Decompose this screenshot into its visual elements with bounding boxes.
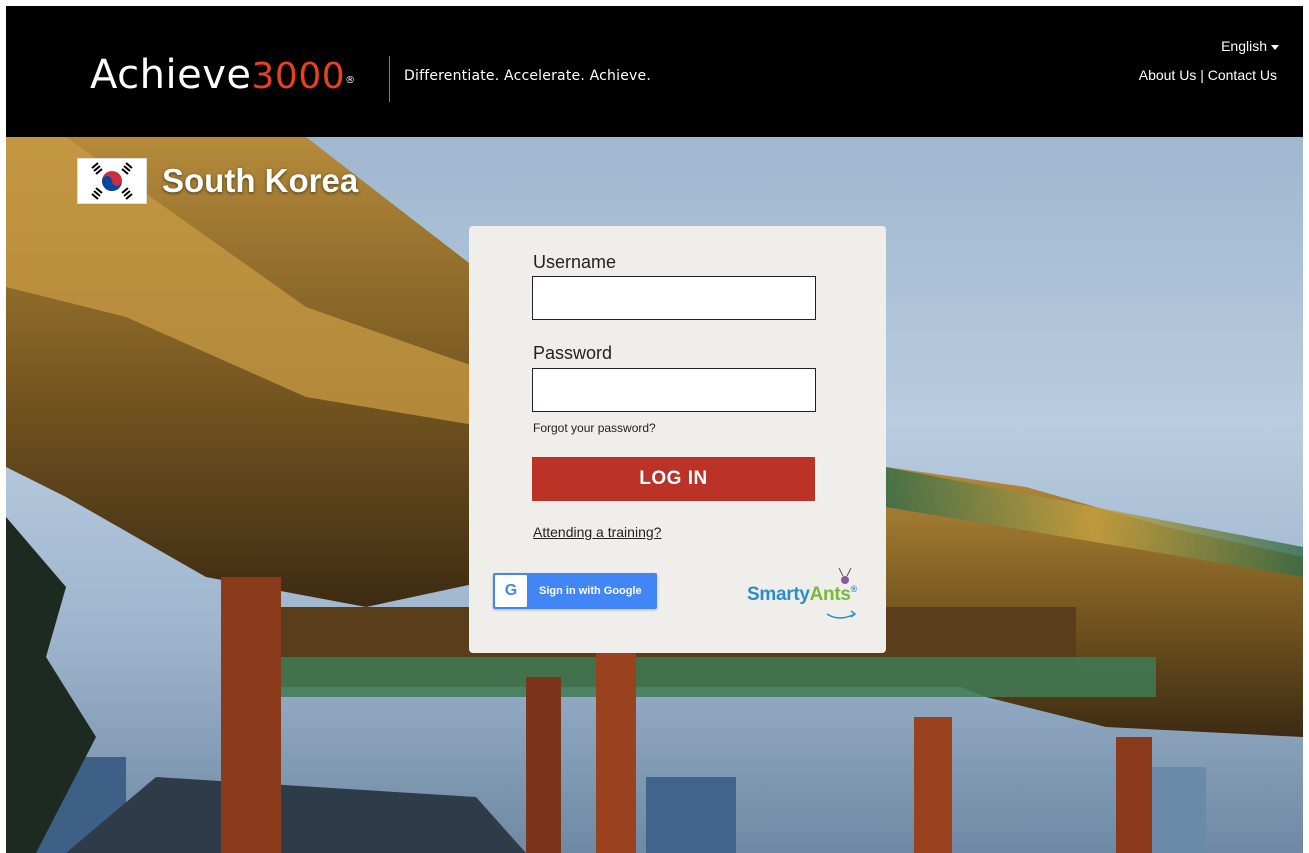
password-label: Password xyxy=(533,343,613,363)
username-label: Username xyxy=(533,252,617,272)
tagline: Differentiate. Accelerate. Achieve. xyxy=(404,68,651,84)
logo-word: Achieve xyxy=(90,52,252,98)
country-banner: South Korea xyxy=(78,159,358,203)
smarty-registered-mark: ® xyxy=(850,584,858,594)
ants-word: Ants xyxy=(809,584,851,605)
smartyants-wordmark: SmartyAnts® xyxy=(747,584,857,606)
smartyants-logo[interactable]: SmartyAnts® xyxy=(747,566,877,626)
google-sign-in-button[interactable]: G Sign in with Google xyxy=(493,573,657,609)
header-divider xyxy=(389,56,390,102)
caret-down-icon xyxy=(1271,44,1279,50)
forgot-password-link[interactable]: Forgot your password? xyxy=(533,421,656,435)
about-us-link[interactable]: About Us xyxy=(1139,67,1197,83)
country-name: South Korea xyxy=(162,162,359,199)
link-separator: | xyxy=(1200,67,1204,83)
achieve3000-logo[interactable]: Achieve3000® xyxy=(90,50,356,102)
google-icon: G xyxy=(495,575,527,607)
top-links: About Us | Contact Us xyxy=(1139,67,1277,83)
google-sign-in-label: Sign in with Google xyxy=(539,585,642,597)
smarty-word: Smarty xyxy=(747,584,810,605)
logo-registered-mark: ® xyxy=(345,75,356,86)
attending-training-link[interactable]: Attending a training? xyxy=(533,524,661,540)
contact-us-link[interactable]: Contact Us xyxy=(1208,67,1277,83)
language-dropdown[interactable]: English xyxy=(1221,38,1279,54)
top-header: Achieve3000® Differentiate. Accelerate. … xyxy=(6,6,1303,137)
login-card: Username Password Forgot your password? … xyxy=(469,226,886,653)
language-label: English xyxy=(1221,38,1267,54)
username-input[interactable] xyxy=(532,276,816,320)
login-button[interactable]: LOG IN xyxy=(532,457,815,501)
logo-number: 3000 xyxy=(251,56,346,97)
south-korea-flag-icon xyxy=(78,159,146,203)
password-input[interactable] xyxy=(532,368,816,412)
